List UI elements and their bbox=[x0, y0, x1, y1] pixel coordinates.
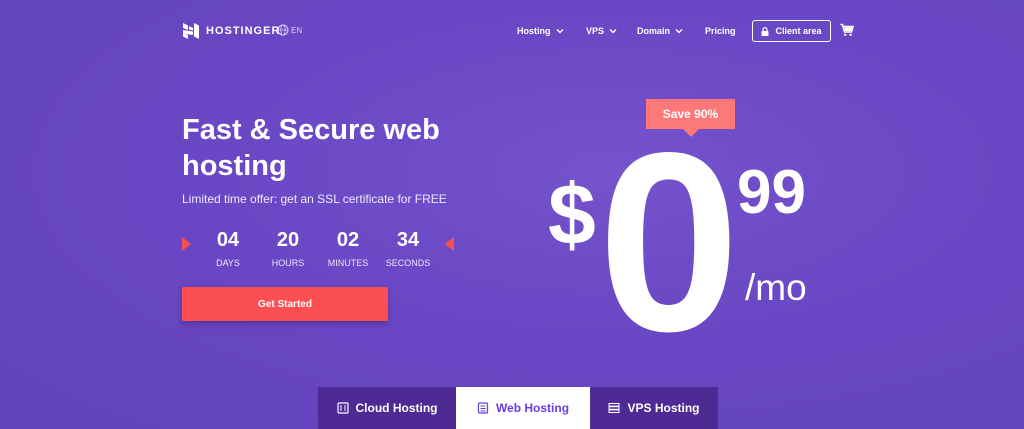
tab-web-hosting[interactable]: Web Hosting bbox=[456, 387, 590, 429]
countdown-label: HOURS bbox=[271, 258, 305, 268]
price-period: /mo bbox=[745, 267, 807, 308]
countdown-label: MINUTES bbox=[327, 258, 369, 268]
countdown-value: 04 bbox=[216, 229, 240, 251]
tab-label: VPS Hosting bbox=[627, 401, 700, 415]
hostinger-logo[interactable]: HOSTINGER bbox=[182, 22, 280, 40]
price-whole: 0 bbox=[598, 100, 740, 385]
nav-domain-label: Domain bbox=[637, 26, 671, 36]
client-area-label: Client area bbox=[775, 26, 822, 36]
hosting-tabs: Cloud Hosting Web Hosting VPS Hosting bbox=[318, 387, 718, 429]
chevron-down-icon bbox=[609, 29, 617, 34]
tab-label: Web Hosting bbox=[495, 401, 570, 415]
nav-vps-label: VPS bbox=[586, 26, 605, 36]
chevron-down-icon bbox=[675, 29, 683, 34]
countdown-value: 02 bbox=[336, 229, 360, 251]
cloud-server-icon bbox=[336, 402, 349, 414]
timer-right-arrow bbox=[445, 237, 454, 251]
chevron-down-icon bbox=[556, 29, 563, 34]
timer-left-arrow bbox=[182, 237, 191, 251]
countdown-minutes: 02 MINUTES bbox=[318, 228, 378, 268]
nav-domain[interactable]: Domain bbox=[637, 26, 683, 36]
countdown-value: 20 bbox=[276, 229, 300, 251]
countdown-label: SECONDS bbox=[385, 258, 431, 268]
tab-vps-hosting[interactable]: VPS Hosting bbox=[590, 387, 718, 429]
get-started-button[interactable]: Get Started bbox=[182, 287, 388, 321]
logo-text: HOSTINGER bbox=[206, 25, 281, 37]
hero-title: Fast & Secure web hosting bbox=[182, 114, 440, 182]
cart-icon[interactable] bbox=[840, 23, 854, 37]
hostinger-logo-icon bbox=[183, 23, 199, 39]
client-area-button[interactable]: Client area bbox=[752, 20, 831, 42]
price-cents: 99 bbox=[737, 158, 806, 227]
countdown-value: 34 bbox=[396, 229, 420, 251]
countdown-hours: 20 HOURS bbox=[258, 228, 318, 268]
hero-background bbox=[0, 0, 1024, 429]
nav-hosting[interactable]: Hosting bbox=[517, 26, 564, 36]
countdown-timer: 04 DAYS 20 HOURS 02 MINUTES 34 SECONDS bbox=[182, 228, 458, 272]
tab-cloud-hosting[interactable]: Cloud Hosting bbox=[318, 387, 456, 429]
nav-hosting-label: Hosting bbox=[517, 26, 551, 36]
offer-text: Limited time offer: get an SSL certifica… bbox=[182, 192, 447, 206]
nav-pricing-label: Pricing bbox=[705, 26, 736, 36]
lock-icon bbox=[761, 26, 769, 36]
language-label: EN bbox=[291, 25, 303, 35]
web-server-icon bbox=[477, 402, 489, 414]
countdown-seconds: 34 SECONDS bbox=[378, 228, 438, 268]
nav-vps[interactable]: VPS bbox=[586, 26, 617, 36]
nav-pricing[interactable]: Pricing bbox=[705, 26, 736, 36]
language-selector[interactable]: EN bbox=[277, 24, 302, 36]
countdown-label: DAYS bbox=[216, 258, 240, 268]
globe-icon bbox=[277, 24, 289, 36]
countdown-days: 04 DAYS bbox=[198, 228, 258, 268]
tab-label: Cloud Hosting bbox=[355, 401, 438, 415]
price-currency: $ bbox=[548, 167, 596, 263]
vps-server-icon bbox=[608, 403, 620, 413]
